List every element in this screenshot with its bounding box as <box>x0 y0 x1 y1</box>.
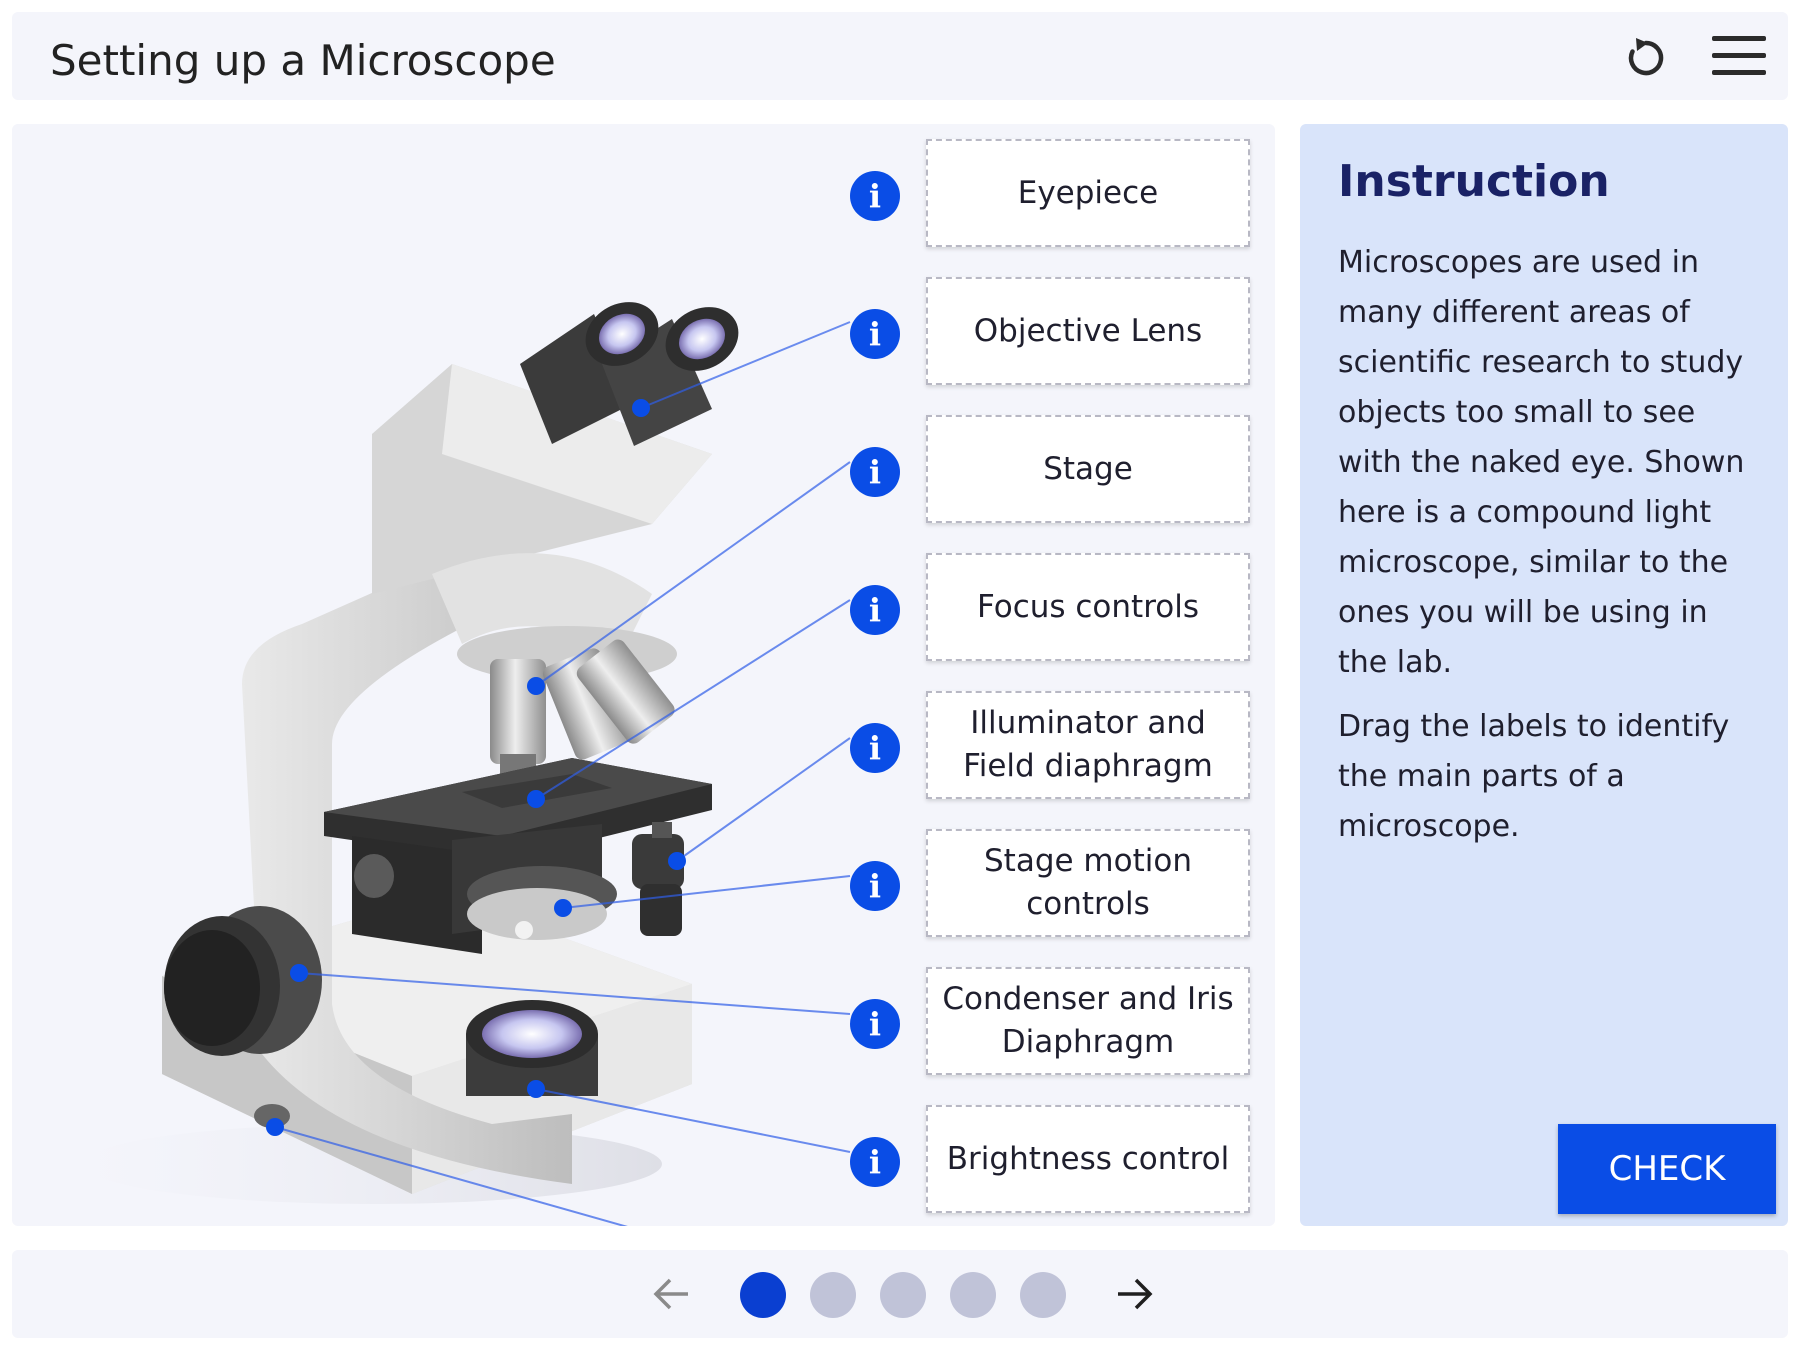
info-icon[interactable]: i <box>850 447 900 497</box>
reload-icon <box>1628 38 1664 76</box>
page-title: Setting up a Microscope <box>50 36 556 85</box>
label-eyepiece[interactable]: Eyepiece <box>926 139 1250 247</box>
label-brightness-control[interactable]: Brightness control <box>926 1105 1250 1213</box>
label-focus-controls[interactable]: Focus controls <box>926 553 1250 661</box>
instruction-paragraph: Drag the labels to identify the main par… <box>1338 709 1730 844</box>
page-dot-5[interactable] <box>1020 1272 1066 1318</box>
info-icon[interactable]: i <box>850 723 900 773</box>
pagination-bar <box>12 1250 1788 1338</box>
info-icon[interactable]: i <box>850 171 900 221</box>
info-icon[interactable]: i <box>850 309 900 359</box>
page-dot-3[interactable] <box>880 1272 926 1318</box>
reload-button[interactable] <box>1622 34 1670 82</box>
check-button[interactable]: CHECK <box>1558 1124 1776 1214</box>
label-illuminator[interactable]: Illuminator and Field diaphragm <box>926 691 1250 799</box>
label-stage[interactable]: Stage <box>926 415 1250 523</box>
eyepiece-tubes <box>520 302 739 446</box>
info-icon[interactable]: i <box>850 1137 900 1187</box>
instruction-text: Microscopes are used in many different a… <box>1338 238 1763 866</box>
arrow-right-icon <box>1118 1278 1153 1310</box>
next-page-button[interactable] <box>1112 1274 1156 1314</box>
info-icon[interactable]: i <box>850 999 900 1049</box>
label-objective-lens[interactable]: Objective Lens <box>926 277 1250 385</box>
diagram-area: i Eyepiece i Objective Lens i Stage i Fo… <box>12 124 1275 1226</box>
page-dot-4[interactable] <box>950 1272 996 1318</box>
objective-lens-1 <box>490 659 546 764</box>
instruction-paragraph: Microscopes are used in many different a… <box>1338 245 1745 680</box>
info-icon[interactable]: i <box>850 861 900 911</box>
header-bar: Setting up a Microscope <box>12 12 1788 100</box>
page-dot-1[interactable] <box>740 1272 786 1318</box>
arrow-left-icon <box>653 1278 688 1310</box>
label-stage-motion-controls[interactable]: Stage motion controls <box>926 829 1250 937</box>
prev-page-button[interactable] <box>650 1274 694 1314</box>
page-dot-2[interactable] <box>810 1272 856 1318</box>
hamburger-menu-button[interactable] <box>1712 36 1766 82</box>
instruction-panel: Instruction Microscopes are used in many… <box>1300 124 1788 1226</box>
info-icon[interactable]: i <box>850 585 900 635</box>
label-condenser[interactable]: Condenser and Iris Diaphragm <box>926 967 1250 1075</box>
instruction-title: Instruction <box>1338 156 1610 207</box>
hamburger-menu-icon <box>1712 36 1766 41</box>
